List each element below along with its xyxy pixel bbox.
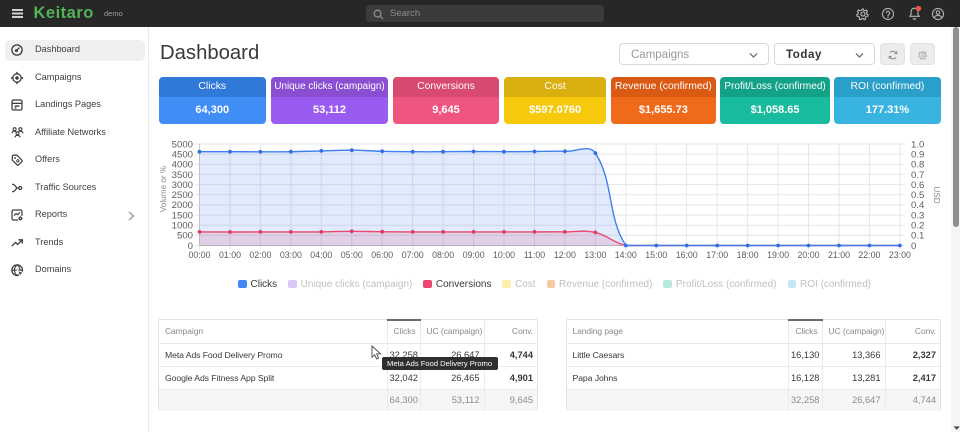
svg-text:20:00: 20:00	[797, 250, 819, 260]
svg-text:14:00: 14:00	[615, 250, 637, 260]
svg-text:1000: 1000	[172, 221, 193, 232]
svg-text:10:00: 10:00	[493, 250, 515, 260]
svg-text:11:00: 11:00	[524, 250, 545, 260]
svg-text:0.4: 0.4	[911, 200, 925, 211]
svg-text:3500: 3500	[172, 170, 193, 181]
svg-text:00:00: 00:00	[188, 250, 210, 260]
svg-text:21:00: 21:00	[828, 250, 850, 260]
svg-text:1.0: 1.0	[911, 139, 924, 150]
svg-text:0.7: 0.7	[911, 170, 924, 181]
svg-text:17:00: 17:00	[706, 250, 728, 260]
svg-text:07:00: 07:00	[402, 250, 424, 260]
svg-text:0: 0	[911, 241, 916, 252]
svg-text:2500: 2500	[172, 190, 193, 201]
svg-text:Volume or %: Volume or %	[159, 166, 168, 212]
svg-text:0.2: 0.2	[911, 221, 924, 232]
svg-text:5000: 5000	[172, 139, 193, 150]
svg-text:500: 500	[177, 231, 193, 242]
svg-text:16:00: 16:00	[676, 250, 698, 260]
svg-text:19:00: 19:00	[767, 250, 789, 260]
svg-text:23:00: 23:00	[889, 250, 911, 260]
svg-text:2000: 2000	[172, 200, 193, 211]
svg-text:02:00: 02:00	[249, 250, 271, 260]
svg-text:01:00: 01:00	[219, 250, 241, 260]
svg-text:1500: 1500	[172, 210, 193, 221]
svg-text:03:00: 03:00	[280, 250, 302, 260]
svg-text:22:00: 22:00	[858, 250, 880, 260]
svg-text:09:00: 09:00	[463, 250, 485, 260]
svg-text:12:00: 12:00	[554, 250, 576, 260]
svg-text:3000: 3000	[172, 180, 193, 191]
svg-text:0.3: 0.3	[911, 210, 924, 221]
svg-text:0.5: 0.5	[911, 190, 924, 201]
svg-text:0.9: 0.9	[911, 149, 924, 160]
svg-text:4500: 4500	[172, 149, 193, 160]
svg-text:05:00: 05:00	[341, 250, 363, 260]
svg-text:08:00: 08:00	[432, 250, 454, 260]
svg-text:15:00: 15:00	[645, 250, 667, 260]
svg-text:04:00: 04:00	[310, 250, 332, 260]
svg-text:0.6: 0.6	[911, 180, 924, 191]
svg-text:06:00: 06:00	[371, 250, 393, 260]
svg-text:18:00: 18:00	[737, 250, 759, 260]
svg-text:4000: 4000	[172, 160, 193, 171]
svg-text:USD: USD	[932, 186, 941, 203]
svg-text:13:00: 13:00	[584, 250, 606, 260]
svg-text:0.1: 0.1	[911, 231, 924, 242]
svg-text:0.8: 0.8	[911, 160, 924, 171]
